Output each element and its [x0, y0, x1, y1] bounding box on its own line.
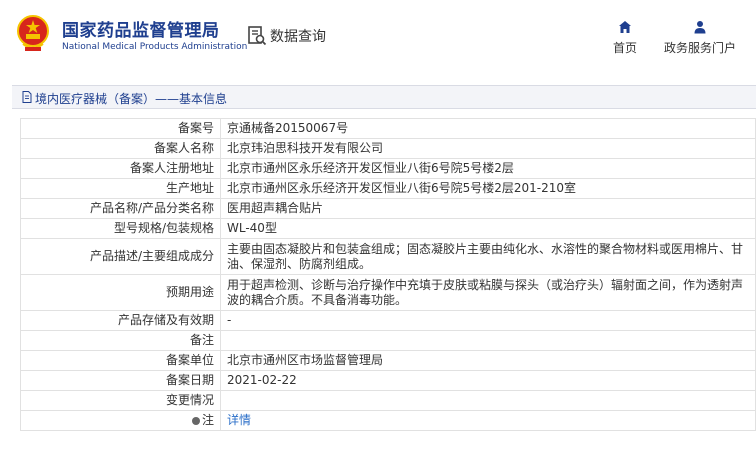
table-row: 备案人注册地址 北京市通州区永乐经济开发区恒业八街6号院5号楼2层: [20, 158, 756, 179]
field-label: 备注: [20, 330, 221, 351]
field-label: 生产地址: [20, 178, 221, 199]
breadcrumb-text: 境内医疗器械（备案）——基本信息: [35, 92, 228, 106]
table-row: 备案人名称 北京玮泊思科技开发有限公司: [20, 138, 756, 159]
field-value: 主要由固态凝胶片和包装盒组成；固态凝胶片主要由纯化水、水溶性的聚合物材料或医用棉…: [220, 238, 756, 275]
field-label: 产品名称/产品分类名称: [20, 198, 221, 219]
table-row: 预期用途 用于超声检测、诊断与治疗操作中充填于皮肤或粘膜与探头（或治疗头）辐射面…: [20, 274, 756, 311]
table-row: 产品描述/主要组成成分 主要由固态凝胶片和包装盒组成；固态凝胶片主要由纯化水、水…: [20, 238, 756, 275]
details-link[interactable]: 详情: [227, 413, 251, 427]
table-row: 变更情况: [20, 390, 756, 411]
note-label: 注: [201, 413, 214, 427]
field-label: 产品描述/主要组成成分: [20, 238, 221, 275]
field-value: 北京市通州区永乐经济开发区恒业八街6号院5号楼2层201-210室: [220, 178, 756, 199]
nav-service-portal[interactable]: 政务服务门户: [660, 20, 740, 60]
table-row: 型号规格/包装规格 WL-40型: [20, 218, 756, 239]
field-value: WL-40型: [220, 218, 756, 239]
table-row: 备注: [20, 330, 756, 351]
field-value: -: [220, 310, 756, 331]
field-value: 北京市通州区市场监督管理局: [220, 350, 756, 371]
table-row: 备案单位 北京市通州区市场监督管理局: [20, 350, 756, 371]
field-value: 用于超声检测、诊断与治疗操作中充填于皮肤或粘膜与探头（或治疗头）辐射面之间，作为…: [220, 274, 756, 311]
user-icon: [694, 21, 706, 34]
breadcrumb: 境内医疗器械（备案）——基本信息: [12, 85, 756, 109]
table-row: 备案号 京通械备20150067号: [20, 118, 756, 139]
table-row: 备案日期 2021-02-22: [20, 370, 756, 391]
field-label: 产品存储及有效期: [20, 310, 221, 331]
field-label-note: 注: [20, 410, 221, 431]
agency-name-english: National Medical Products Administration: [62, 42, 248, 52]
field-value: 2021-02-22: [220, 370, 756, 391]
data-query-title[interactable]: 数据查询: [270, 26, 326, 46]
field-value: [220, 330, 756, 351]
site-header: 国家药品监督管理局 National Medical Products Admi…: [0, 0, 756, 72]
field-label: 备案单位: [20, 350, 221, 371]
nav-service-portal-label: 政务服务门户: [663, 41, 736, 55]
table-row: 生产地址 北京市通州区永乐经济开发区恒业八街6号院5号楼2层201-210室: [20, 178, 756, 199]
field-label: 备案号: [20, 118, 221, 139]
field-value: 详情: [220, 410, 756, 431]
national-emblem-logo: [17, 15, 49, 51]
document-icon: [22, 91, 32, 103]
field-value: 医用超声耦合贴片: [220, 198, 756, 219]
home-icon: [619, 21, 631, 33]
nav-home[interactable]: 首页: [604, 20, 646, 60]
agency-name: 国家药品监督管理局: [62, 21, 220, 41]
field-label: 型号规格/包装规格: [20, 218, 221, 239]
table-row: 产品名称/产品分类名称 医用超声耦合贴片: [20, 198, 756, 219]
record-detail-table: 备案号 京通械备20150067号 备案人名称 北京玮泊思科技开发有限公司 备案…: [20, 118, 756, 431]
field-value: [220, 390, 756, 411]
nav-home-label: 首页: [612, 41, 637, 55]
field-label: 预期用途: [20, 274, 221, 311]
data-query-icon: [248, 26, 267, 46]
table-row: 产品存储及有效期 -: [20, 310, 756, 331]
pin-icon: [191, 417, 200, 425]
field-label: 备案人注册地址: [20, 158, 221, 179]
table-row: 注 详情: [20, 410, 756, 431]
field-label: 变更情况: [20, 390, 221, 411]
field-label: 备案日期: [20, 370, 221, 391]
field-value: 北京玮泊思科技开发有限公司: [220, 138, 756, 159]
field-value: 北京市通州区永乐经济开发区恒业八街6号院5号楼2层: [220, 158, 756, 179]
field-label: 备案人名称: [20, 138, 221, 159]
field-value: 京通械备20150067号: [220, 118, 756, 139]
